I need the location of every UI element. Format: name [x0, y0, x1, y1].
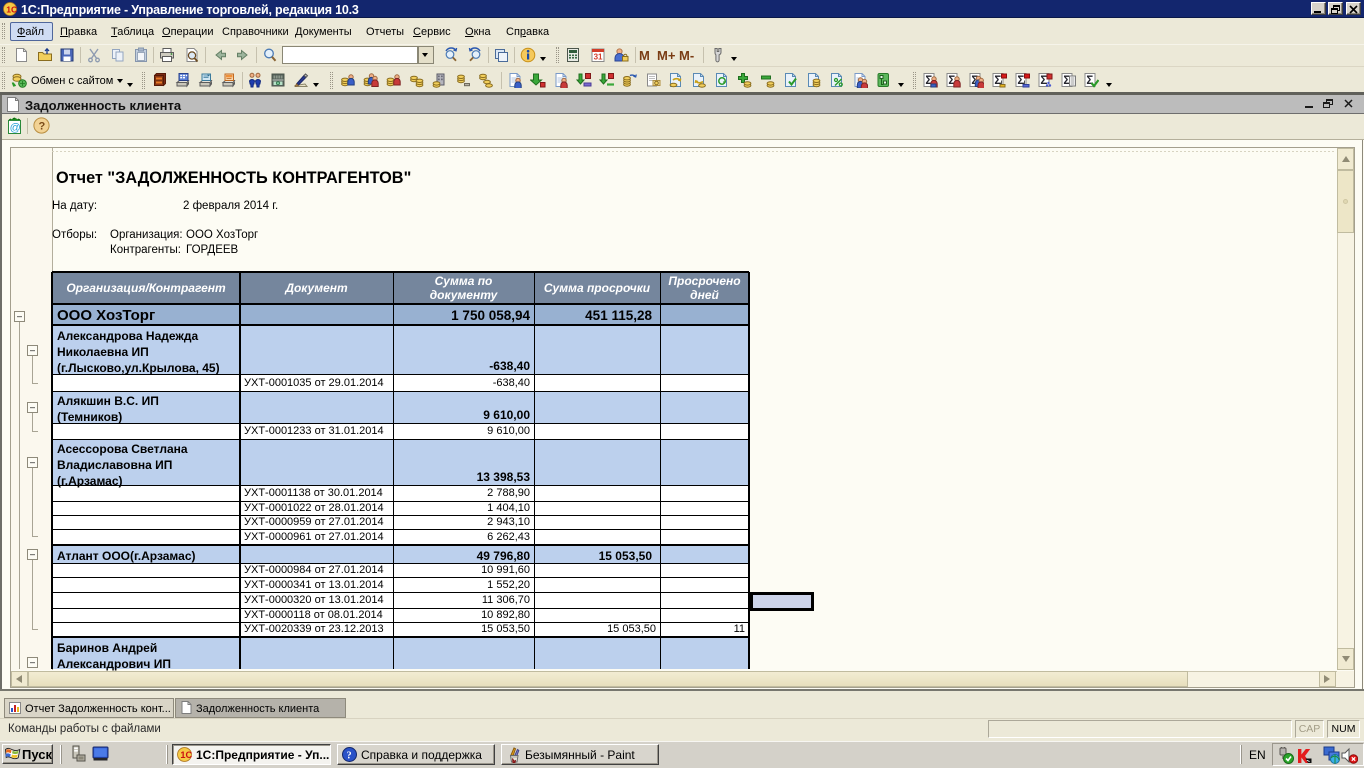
svg-text:@: @ [10, 122, 21, 134]
svg-text:1С: 1С [6, 4, 17, 14]
svg-text:?: ? [347, 751, 352, 762]
svg-text:?: ? [39, 121, 46, 133]
svg-text:1С: 1С [180, 750, 192, 760]
